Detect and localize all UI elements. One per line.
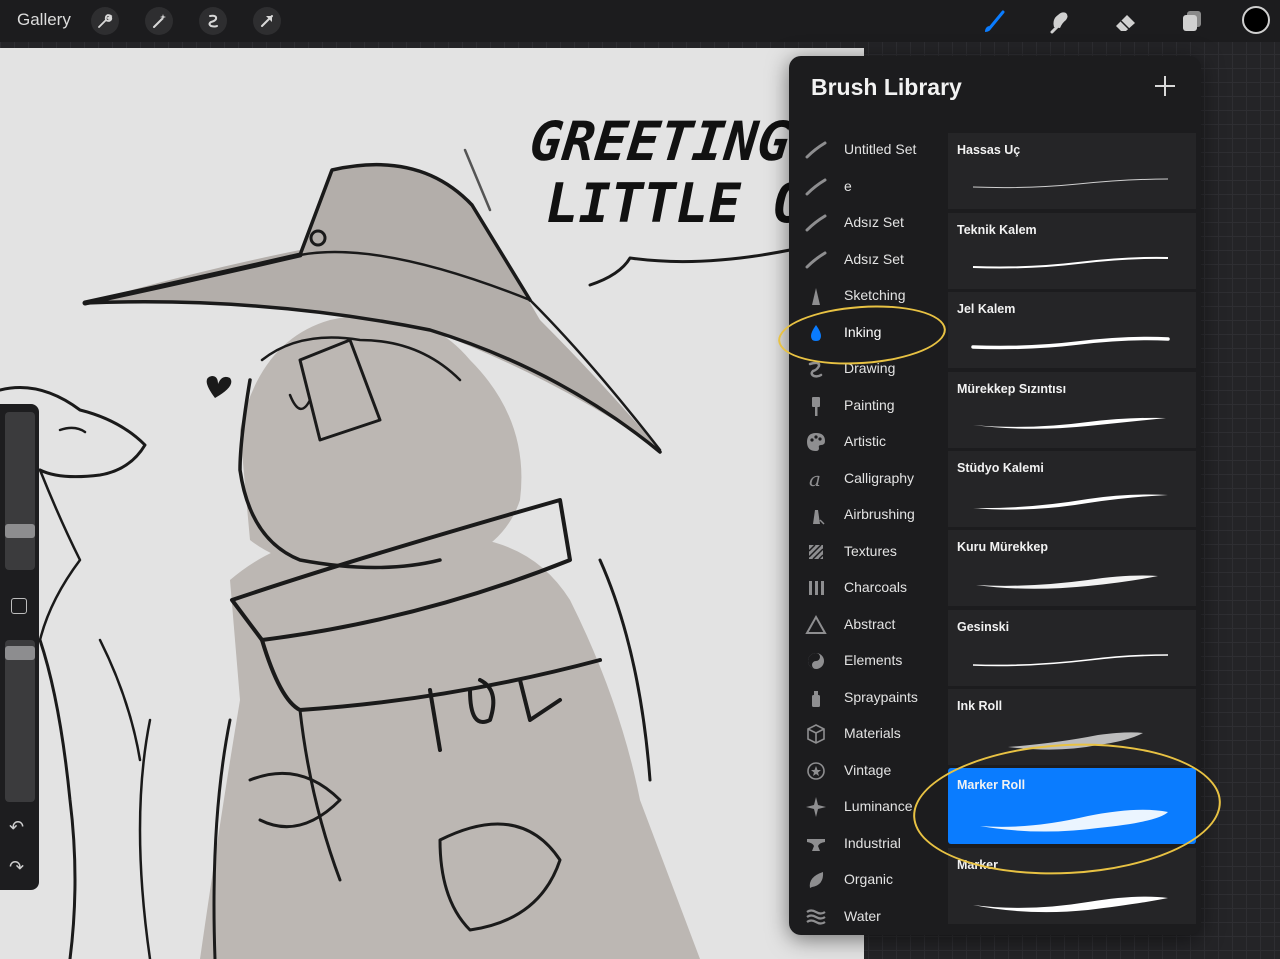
brush-card-murekkep-sizintisi[interactable]: Mürekkep Sızıntısı: [948, 372, 1196, 448]
set-item-artistic[interactable]: Artistic: [789, 426, 947, 458]
set-stroke-icon: [805, 178, 827, 196]
undo-icon[interactable]: ↶: [9, 818, 24, 836]
ink-drop-icon: [811, 325, 821, 341]
top-toolbar: Gallery: [0, 0, 1280, 42]
yin-yang-icon: [808, 653, 824, 669]
set-item-spraypaints[interactable]: Spraypaints: [789, 682, 947, 714]
color-swatch-button[interactable]: [1242, 6, 1270, 34]
cube-icon: [807, 724, 825, 744]
set-item-untitled-set[interactable]: Untitled Set: [789, 134, 947, 166]
airbrush-icon: [813, 510, 825, 525]
svg-text:a: a: [809, 468, 821, 490]
canvas-lettering: GREETING: [527, 110, 794, 173]
brush-card-jel-kalem[interactable]: Jel Kalem: [948, 292, 1196, 368]
leaf-icon: [809, 872, 824, 888]
set-item-materials[interactable]: Materials: [789, 718, 947, 750]
drawing-canvas[interactable]: GREETING LITTLE ON: [0, 48, 864, 959]
selection-icon[interactable]: [199, 7, 227, 35]
gallery-button[interactable]: Gallery: [17, 10, 71, 30]
brush-stroke-preview: [972, 654, 1169, 667]
set-stroke-icon: [805, 141, 827, 159]
palette-icon: [807, 433, 825, 451]
brush-stroke-preview: [973, 494, 1168, 510]
calligraphy-icon: a: [809, 468, 821, 490]
brush-card-kuru-murekkep[interactable]: Kuru Mürekkep: [948, 530, 1196, 606]
brush-size-slider[interactable]: [5, 412, 35, 570]
set-item-adsiz-set-2[interactable]: Adsız Set: [789, 244, 947, 276]
set-item-sketching[interactable]: Sketching: [789, 280, 947, 312]
opacity-slider-thumb[interactable]: [5, 646, 35, 660]
eraser-icon[interactable]: [1110, 5, 1142, 37]
set-item-abstract[interactable]: Abstract: [789, 609, 947, 641]
set-item-drawing[interactable]: Drawing: [789, 353, 947, 385]
sketch-artwork: GREETING LITTLE ON: [0, 110, 840, 959]
set-item-airbrushing[interactable]: Airbrushing: [789, 499, 947, 531]
wrench-icon[interactable]: [91, 7, 119, 35]
brush-card-marker-roll[interactable]: Marker Roll: [948, 768, 1196, 844]
brush-stroke-preview: [972, 256, 1169, 269]
brush-card-marker[interactable]: Marker: [948, 848, 1196, 924]
eyedropper-square-button[interactable]: [11, 598, 27, 614]
sparkle-icon: [806, 797, 826, 817]
spraycan-icon: [812, 691, 820, 707]
waves-icon: [806, 909, 826, 925]
transform-arrow-icon[interactable]: [253, 7, 281, 35]
set-item-elements[interactable]: Elements: [789, 645, 947, 677]
panel-title: Brush Library: [811, 74, 962, 100]
star-badge-icon: [807, 762, 825, 780]
set-item-painting[interactable]: Painting: [789, 390, 947, 422]
anvil-icon: [807, 839, 825, 851]
set-stroke-icon: [805, 251, 827, 269]
set-item-vintage[interactable]: Vintage: [789, 755, 947, 787]
paintbrush-icon: [812, 397, 820, 416]
brush-stroke-preview: [973, 896, 1168, 913]
pencil-icon: [812, 288, 820, 305]
set-item-water[interactable]: Water: [789, 901, 947, 933]
brush-stroke-preview: [980, 809, 1168, 832]
set-item-organic[interactable]: Organic: [789, 864, 947, 896]
opacity-slider[interactable]: [5, 640, 35, 802]
brush-stroke-preview: [1008, 732, 1143, 750]
texture-icon: [808, 544, 824, 560]
brush-stroke-preview: [973, 417, 1166, 429]
set-item-luminance[interactable]: Luminance: [789, 791, 947, 823]
brush-size-slider-thumb[interactable]: [5, 524, 35, 538]
squiggle-icon: [808, 361, 823, 378]
brush-stroke-preview: [971, 336, 1170, 350]
set-item-inking[interactable]: Inking: [789, 317, 947, 349]
redo-icon[interactable]: ↷: [9, 858, 24, 876]
set-item-calligraphy[interactable]: a Calligraphy: [789, 463, 947, 495]
set-stroke-icon: [805, 214, 827, 232]
brush-card-teknik-kalem[interactable]: Teknik Kalem: [948, 213, 1196, 289]
charcoal-icon: [809, 581, 824, 595]
triangle-icon: [805, 614, 827, 634]
set-item-e[interactable]: e: [789, 171, 947, 203]
set-item-industrial[interactable]: Industrial: [789, 828, 947, 860]
magic-wand-icon[interactable]: [145, 7, 173, 35]
set-item-charcoals[interactable]: Charcoals: [789, 572, 947, 604]
set-item-adsiz-set-1[interactable]: Adsız Set: [789, 207, 947, 239]
brush-card-hassas-uc[interactable]: Hassas Uç: [948, 133, 1196, 209]
brush-stroke-preview: [972, 178, 1169, 189]
left-sidebar: ↶ ↷: [0, 404, 39, 890]
add-brush-button[interactable]: [1153, 74, 1177, 98]
brush-icon[interactable]: [979, 5, 1011, 37]
smudge-icon[interactable]: [1044, 5, 1076, 37]
brush-card-gesinski[interactable]: Gesinski: [948, 610, 1196, 686]
brush-stroke-preview: [976, 575, 1158, 589]
layers-icon[interactable]: [1176, 5, 1208, 37]
brush-card-studyo-kalemi[interactable]: Stüdyo Kalemi: [948, 451, 1196, 527]
brush-card-ink-roll[interactable]: Ink Roll: [948, 689, 1196, 765]
brush-library-panel: Brush Library Untitled Set e Adsız Set A…: [789, 56, 1201, 935]
set-item-textures[interactable]: Textures: [789, 536, 947, 568]
